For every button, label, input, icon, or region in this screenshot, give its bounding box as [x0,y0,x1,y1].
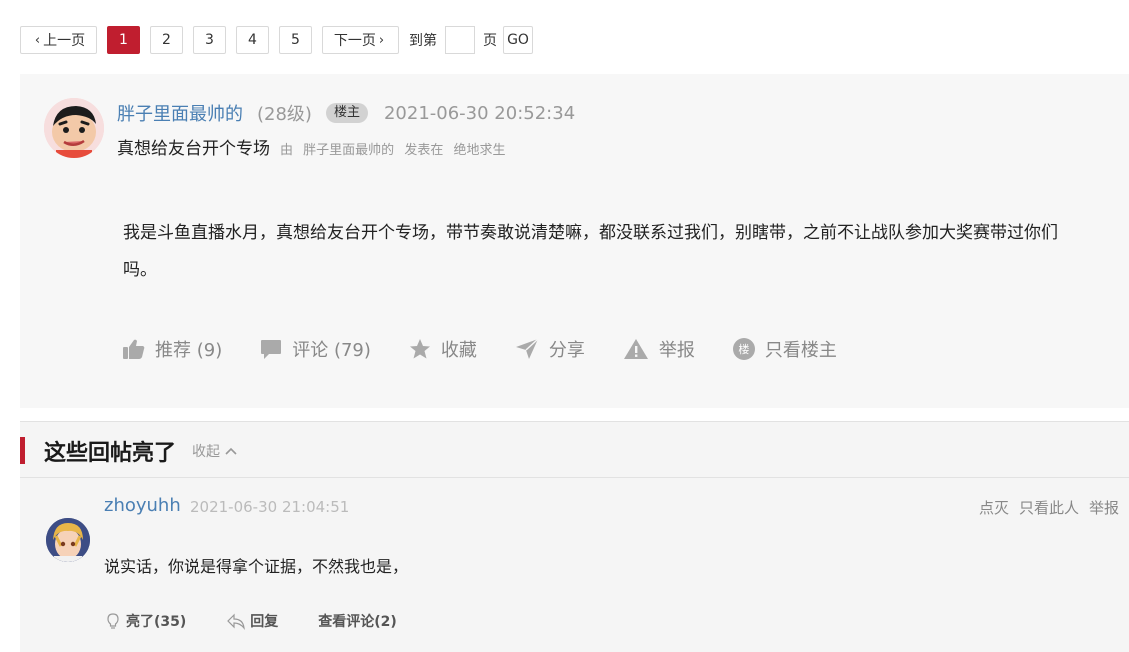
meta-posted-in: 发表在 [404,143,444,158]
report-label: 举报 [658,340,695,361]
meta-board-link[interactable]: 绝地求生 [453,143,505,158]
reply-body: 说实话，你说是得拿个证据，不然我也是， [104,557,409,576]
recommend-label: 推荐 (9) [155,340,223,361]
page-button-2[interactable]: 2 [150,26,183,54]
page-button-3[interactable]: 3 [193,26,226,54]
post-header: 胖子里面最帅的 (28级) 楼主 2021-06-30 20:52:34 [117,100,575,126]
owner-only-label: 只看楼主 [764,340,837,361]
light-label: 亮了(35) [126,614,187,630]
meta-by: 由 [280,143,294,158]
reply-user-link[interactable]: zhoyuhh [104,495,181,516]
goto-page-input[interactable] [445,26,475,54]
reply-time: 2021-06-30 21:04:51 [190,498,350,516]
view-comments-label: 查看评论(2) [318,614,397,630]
post-title: 真想给友台开个专场 [117,139,270,159]
favorite-button[interactable]: 收藏 [409,336,477,362]
author-level: (28级) [257,104,312,125]
accent-bar [20,437,25,464]
collapse-label: 收起 [192,444,220,460]
post-actions: 推荐 (9) 评论 (79) 收藏 分享 举报 楼 只看楼主 [123,336,875,362]
reply-report-link[interactable]: 举报 [1089,497,1119,518]
hot-replies-title: 这些回帖亮了 [44,441,177,466]
recommend-button[interactable]: 推荐 (9) [123,336,222,362]
light-button[interactable]: 亮了(35) [104,611,186,631]
hot-replies-header: 这些回帖亮了 收起 [20,421,1129,478]
comment-icon [261,340,282,359]
share-label: 分享 [548,340,585,361]
post-time: 2021-06-30 20:52:34 [383,102,576,124]
main-post: 胖子里面最帅的 (28级) 楼主 2021-06-30 20:52:34 真想给… [20,74,1129,408]
lightbulb-icon [107,613,119,629]
favorite-label: 收藏 [440,340,477,361]
owner-badge: 楼主 [325,103,368,123]
prev-page-button[interactable]: ‹ 上一页 [20,26,97,54]
goto-prefix: 到第 [409,33,437,49]
anime-avatar-icon [46,518,90,562]
collapse-button[interactable]: 收起 [192,441,238,461]
reply-button[interactable]: 回复 [226,611,278,631]
reply-actions: 亮了(35) 回复 查看评论(2) [104,611,437,631]
post-author-link[interactable]: 胖子里面最帅的 [117,100,243,126]
send-icon [515,338,539,359]
prev-page-label: 上一页 [43,33,86,49]
author-avatar[interactable] [44,98,104,158]
chevron-right-icon: › [378,32,385,48]
next-page-label: 下一页 [333,33,376,49]
owner-circle-icon: 楼 [732,338,755,360]
report-button[interactable]: 举报 [623,336,695,362]
pagination: ‹ 上一页 1 2 3 4 5 下一页 › 到第 页 GO [20,25,533,55]
next-page-button[interactable]: 下一页 › [322,26,399,54]
reply-label: 回复 [250,614,279,630]
dislike-link[interactable]: 点灭 [979,497,1009,518]
chevron-up-icon [225,447,237,455]
only-this-user-link[interactable]: 只看此人 [1019,497,1079,518]
reply-links: 点灭 只看此人 举报 [969,497,1119,518]
page-button-5[interactable]: 5 [279,26,312,54]
comment-label: 评论 (79) [292,340,371,361]
cartoon-boy-avatar-icon [44,98,104,158]
page-button-1[interactable]: 1 [107,26,140,54]
goto-suffix: 页 [483,33,497,49]
meta-author-link[interactable]: 胖子里面最帅的 [303,143,394,158]
reply-avatar[interactable] [46,518,90,562]
reply-item: zhoyuhh 2021-06-30 21:04:51 点灭 只看此人 举报 说… [20,478,1129,652]
comment-button[interactable]: 评论 (79) [260,336,371,362]
warning-icon [623,339,648,359]
post-body: 我是斗鱼直播水月，真想给友台开个专场，带节奏敢说清楚嘛，都没联系过我们，别瞎带，… [123,223,1058,280]
reply-arrow-icon [227,613,246,630]
post-subtitle: 真想给友台开个专场 由 胖子里面最帅的 发表在 绝地求生 [117,134,511,159]
chevron-left-icon: ‹ [34,32,41,48]
share-button[interactable]: 分享 [515,336,585,362]
owner-only-button[interactable]: 楼 只看楼主 [732,336,837,362]
thumbs-up-icon [123,339,145,359]
star-icon [409,339,430,359]
view-comments-button[interactable]: 查看评论(2) [318,611,397,631]
go-button[interactable]: GO [503,26,533,54]
page-button-4[interactable]: 4 [236,26,269,54]
post-meta: 由 胖子里面最帅的 发表在 绝地求生 [280,139,511,158]
